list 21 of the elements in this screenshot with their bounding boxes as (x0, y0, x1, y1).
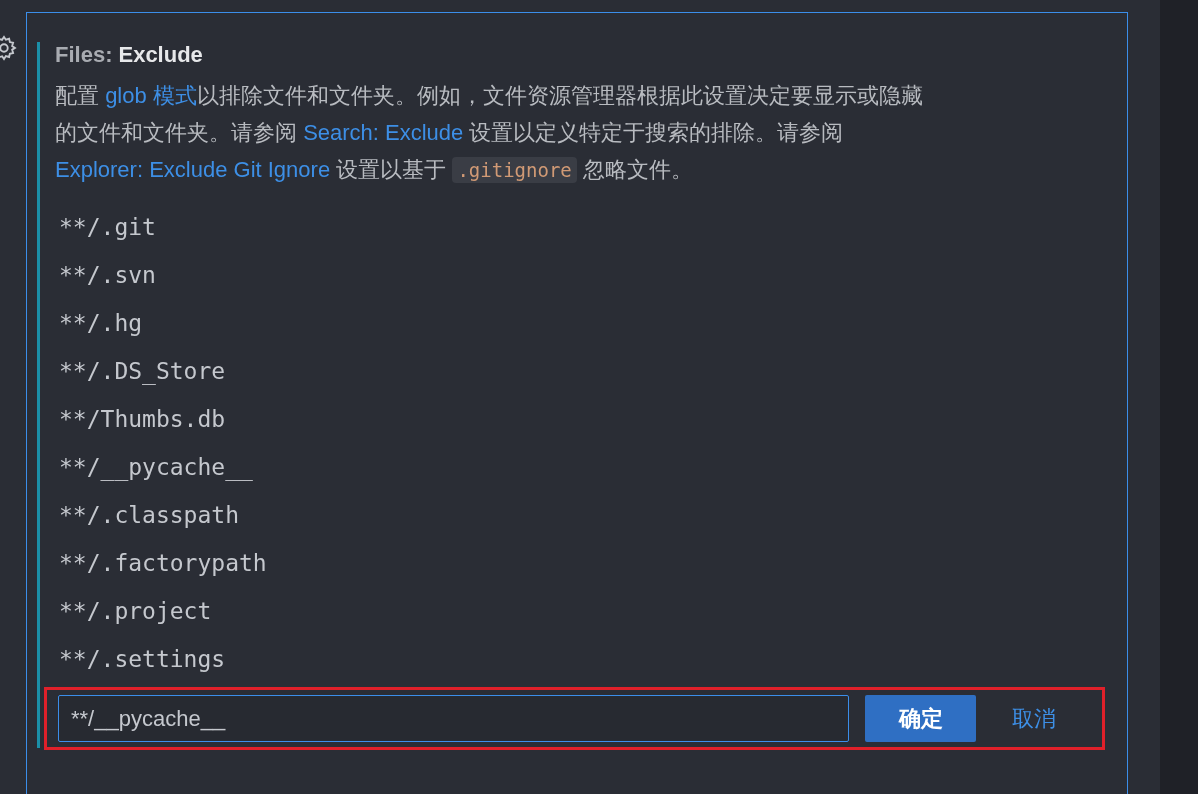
pattern-item[interactable]: **/.git (55, 203, 156, 251)
pattern-item[interactable]: **/.DS_Store (55, 347, 226, 395)
description-line: 的文件和文件夹。请参阅 Search: Exclude 设置以定义特定于搜索的排除。请参阅 (55, 119, 845, 147)
cancel-button[interactable]: 取消 (1004, 699, 1064, 738)
setting-title: Files: Exclude (55, 42, 204, 68)
pattern-item[interactable]: **/.svn (55, 251, 156, 299)
pattern-item[interactable]: **/.factorypath (55, 539, 267, 587)
pattern-item[interactable]: **/.project (55, 587, 212, 635)
ok-button[interactable]: 确定 (865, 695, 976, 742)
pattern-item[interactable]: **/Thumbs.db (55, 395, 226, 443)
code-snippet: .gitignore (452, 157, 577, 183)
pattern-item[interactable]: **/.settings (55, 635, 226, 683)
settings-link[interactable]: Search: Exclude (303, 120, 464, 145)
settings-link[interactable]: glob 模式 (105, 83, 197, 108)
settings-link[interactable]: Explorer: Exclude Git Ignore (55, 157, 331, 182)
pattern-item[interactable]: **/.hg (55, 299, 143, 347)
description-line: 配置 glob 模式以排除文件和文件夹。例如，文件资源管理器根据此设置决定要显示或隐藏 (55, 82, 924, 110)
pattern-input[interactable]: **/__pycache__ (58, 695, 849, 742)
description-line: Explorer: Exclude Git Ignore 设置以基于 .gitignore 忽略文件。 (55, 156, 694, 185)
pattern-item[interactable]: **/.classpath (55, 491, 239, 539)
pattern-item[interactable]: **/__pycache__ (55, 443, 253, 491)
